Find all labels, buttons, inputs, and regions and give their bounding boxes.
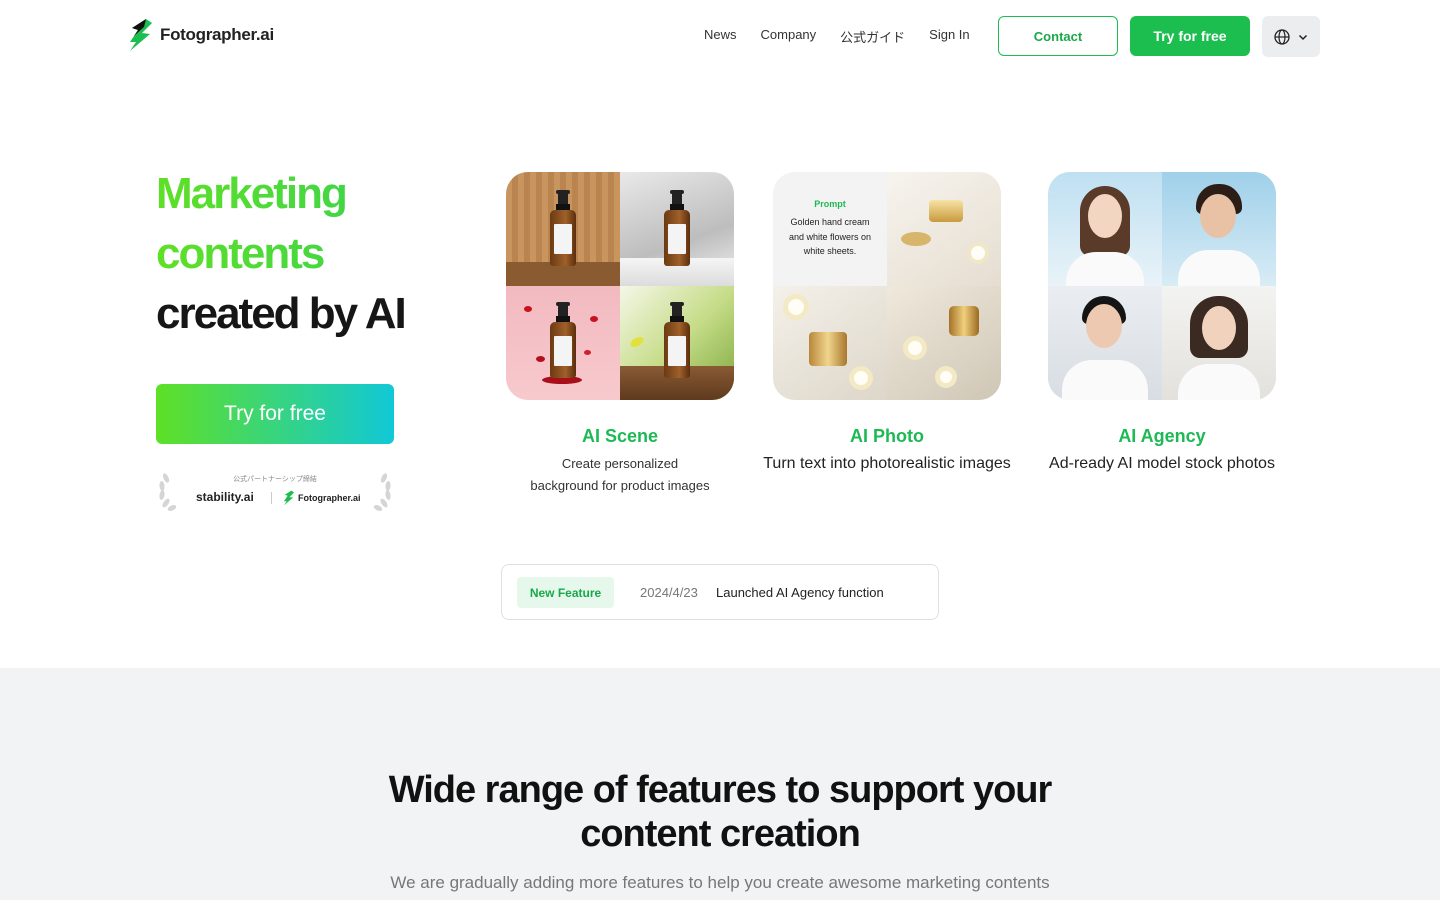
scene-leaf-image bbox=[620, 286, 734, 400]
nav-sign-in[interactable]: Sign In bbox=[929, 27, 969, 46]
features-title-line1: Wide range of features to support your bbox=[388, 769, 1053, 811]
nav-guide[interactable]: 公式ガイド bbox=[840, 27, 905, 46]
model-photo-3 bbox=[1048, 286, 1162, 400]
photo-cream-image-2 bbox=[773, 286, 887, 400]
chevron-down-icon bbox=[1298, 34, 1308, 40]
hero-title-line3: created by AI bbox=[156, 289, 407, 338]
feature-card-ai-agency[interactable]: AI Agency Ad-ready AI model stock photos bbox=[1030, 172, 1294, 475]
news-headline[interactable]: Launched AI Agency function bbox=[716, 585, 884, 600]
partner-divider bbox=[271, 492, 272, 504]
feature-card-ai-scene[interactable]: AI Scene Create personalized background … bbox=[505, 172, 735, 497]
photo-cream-image-1 bbox=[887, 172, 1001, 286]
contact-button[interactable]: Contact bbox=[998, 16, 1118, 56]
partnership-caption: 公式パートナーシップ締結 bbox=[233, 476, 317, 483]
ai-agency-title: AI Agency bbox=[1118, 426, 1206, 446]
news-announcement[interactable]: New Feature 2024/4/23 Launched AI Agency… bbox=[501, 564, 939, 620]
feature-card-ai-photo[interactable]: Prompt Golden hand cream and white flowe… bbox=[750, 172, 1024, 475]
main-nav: News Company 公式ガイド Sign In bbox=[704, 27, 994, 46]
brand-logo[interactable]: Fotographer.ai bbox=[128, 18, 274, 52]
prompt-label: Prompt bbox=[814, 199, 846, 210]
nav-company[interactable]: Company bbox=[761, 27, 817, 46]
model-photo-4 bbox=[1162, 286, 1276, 400]
nav-news[interactable]: News bbox=[704, 27, 737, 46]
ai-scene-title: AI Scene bbox=[581, 426, 659, 446]
ai-scene-image-grid bbox=[506, 172, 734, 400]
ai-agency-image-grid bbox=[1048, 172, 1276, 400]
features-subtitle: We are gradually adding more features to… bbox=[390, 873, 1050, 892]
hero-title-line1: Marketing bbox=[156, 164, 476, 224]
ai-scene-description: Create personalized background for produ… bbox=[505, 453, 735, 497]
photo-cream-image-3 bbox=[887, 286, 1001, 400]
globe-icon bbox=[1274, 28, 1290, 45]
logo-bolt-icon bbox=[283, 490, 295, 506]
prompt-text: Golden hand cream and white flowers on w… bbox=[788, 217, 872, 257]
try-free-header-button[interactable]: Try for free bbox=[1130, 16, 1250, 56]
hero-title-line2: contents bbox=[156, 224, 476, 284]
scene-marble-image bbox=[620, 172, 734, 286]
prompt-panel: Prompt Golden hand cream and white flowe… bbox=[773, 172, 887, 286]
new-feature-badge: New Feature bbox=[517, 577, 614, 608]
ai-photo-image-grid: Prompt Golden hand cream and white flowe… bbox=[773, 172, 1001, 400]
model-photo-1 bbox=[1048, 172, 1162, 286]
ai-scene-desc-line2: background for product images bbox=[530, 478, 710, 493]
partner-fotographer-label: Fotographer.ai bbox=[298, 493, 361, 503]
ai-photo-description: Turn text into photorealistic images bbox=[763, 455, 1011, 472]
language-selector[interactable] bbox=[1262, 16, 1320, 57]
model-photo-2 bbox=[1162, 172, 1276, 286]
ai-agency-description: Ad-ready AI model stock photos bbox=[1049, 455, 1275, 472]
ai-photo-title: AI Photo bbox=[850, 426, 924, 446]
partner-stability: stability.ai bbox=[196, 490, 254, 504]
scene-wood-image bbox=[506, 172, 620, 286]
partnership-badge: 公式パートナーシップ締結 stability.ai Fotographer.ai bbox=[156, 470, 394, 512]
try-free-hero-button[interactable]: Try for free bbox=[156, 384, 394, 444]
features-title: Wide range of features to support your c… bbox=[0, 768, 1440, 856]
logo-bolt-icon bbox=[130, 19, 152, 51]
news-date: 2024/4/23 bbox=[640, 585, 698, 600]
brand-name: Fotographer.ai bbox=[160, 25, 274, 44]
site-header: Fotographer.ai News Company 公式ガイド Sign I… bbox=[0, 0, 1440, 72]
features-title-line2: content creation bbox=[580, 813, 861, 855]
scene-petals-image bbox=[506, 286, 620, 400]
ai-scene-desc-line1: Create personalized bbox=[561, 456, 679, 471]
features-section: Wide range of features to support your c… bbox=[0, 668, 1440, 900]
hero-title: Marketing contents created by AI bbox=[156, 164, 476, 344]
partner-fotographer: Fotographer.ai bbox=[283, 490, 361, 506]
